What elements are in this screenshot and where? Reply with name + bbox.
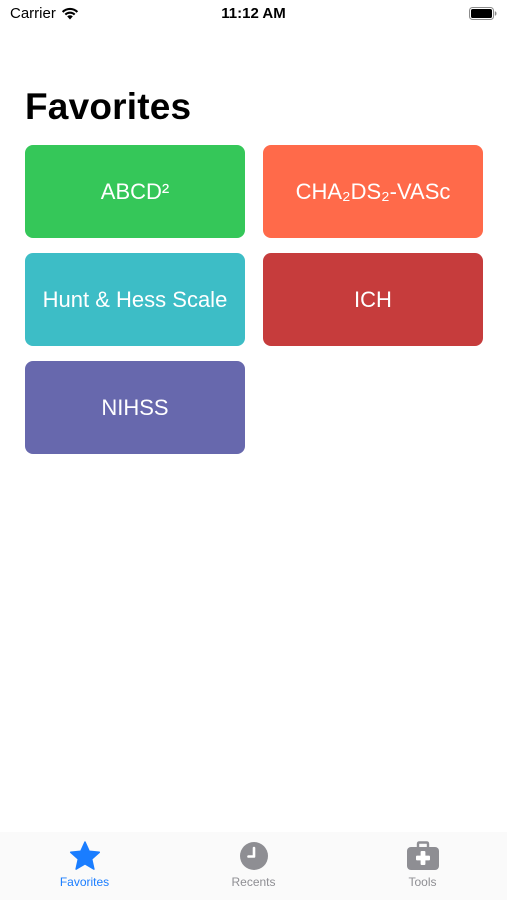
tile-ich[interactable]: ICH (263, 253, 483, 346)
tab-recents[interactable]: Recents (194, 841, 314, 889)
clock-icon (239, 841, 269, 871)
tile-label: ICH (354, 286, 392, 312)
tab-label: Favorites (59, 875, 110, 889)
status-time: 11:12 AM (221, 5, 286, 22)
tile-label: NIHSS (101, 394, 169, 420)
tile-hunt-hess-scale[interactable]: Hunt & Hess Scale (25, 253, 245, 346)
tile-label: ABCD² (100, 178, 170, 204)
app-screen: Carrier 11:12 AM Favorites ABCD² CHA₂DS₂… (0, 0, 507, 900)
tile-abcd2[interactable]: ABCD² (25, 145, 245, 238)
tab-label: Tools (408, 875, 437, 889)
tab-favorites[interactable]: Favorites (25, 841, 145, 889)
tab-tools[interactable]: Tools (363, 841, 483, 889)
page-title: Favorites (25, 86, 192, 127)
status-bar: Carrier 11:12 AM (0, 0, 507, 28)
tile-label: Hunt & Hess Scale (42, 286, 228, 312)
medical-kit-icon (406, 841, 440, 871)
favorites-grid: ABCD² CHA₂DS₂-VASc Hunt & Hess Scale ICH… (25, 145, 483, 454)
tile-cha2ds2-vasc[interactable]: CHA₂DS₂-VASc (263, 145, 483, 238)
tab-label: Recents (231, 875, 276, 889)
battery-icon (469, 7, 497, 20)
tab-bar: Favorites Recents Tools (0, 832, 507, 900)
tile-nihss[interactable]: NIHSS (25, 361, 245, 454)
status-right (469, 7, 497, 20)
tile-label: CHA₂DS₂-VASc (295, 178, 451, 204)
star-icon (69, 841, 101, 871)
